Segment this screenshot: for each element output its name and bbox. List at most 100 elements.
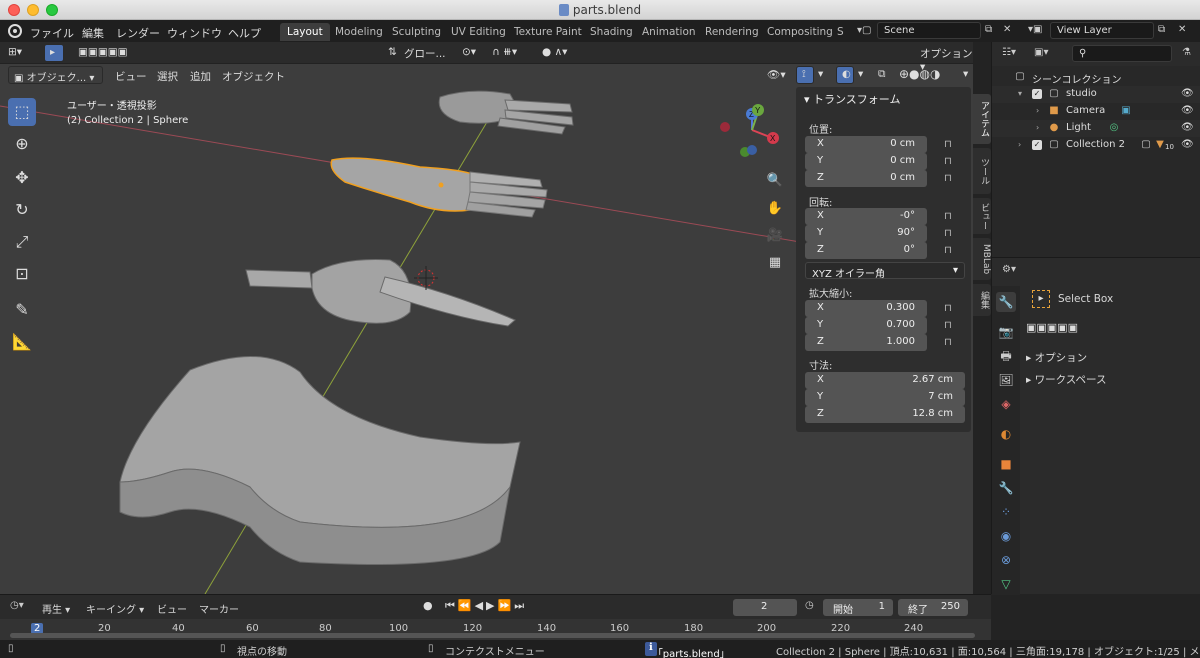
expand-arrow-icon[interactable]: ›	[1018, 140, 1028, 149]
outliner-row-collection-2[interactable]: › ✓ ▢ Collection 2 ▢ ▼ 10 👁	[992, 137, 1200, 154]
scene-properties-icon[interactable]: ◈	[996, 394, 1016, 414]
select-tool-icon[interactable]: ▸	[44, 44, 64, 62]
shading-dropdown-icon[interactable]: ▾	[963, 68, 968, 80]
menu-file[interactable]: ファイル	[30, 25, 74, 41]
lock-icon[interactable]: ⊓	[944, 173, 956, 185]
zoom-icon[interactable]: 🔍	[764, 170, 786, 192]
select-box-tool-icon[interactable]: ⬚	[8, 98, 36, 126]
move-tool-icon[interactable]: ✥	[8, 164, 36, 192]
data-properties-icon[interactable]: ▽	[996, 574, 1016, 594]
menu-add[interactable]: 追加	[190, 69, 211, 84]
camera-view-icon[interactable]: 🎥	[764, 225, 786, 247]
new-scene-icon[interactable]: ⧉	[985, 24, 992, 35]
editor-type-icon[interactable]: ◷▾	[10, 600, 24, 611]
lock-icon[interactable]: ⊓	[944, 228, 956, 240]
checkbox-icon[interactable]: ✓	[1032, 140, 1042, 150]
rotate-tool-icon[interactable]: ↻	[8, 196, 36, 224]
eye-icon[interactable]: 👁	[1181, 122, 1194, 133]
selection-mode-icons[interactable]: ▣▣▣▣▣	[1026, 321, 1078, 334]
expand-arrow-icon[interactable]: ›	[1036, 106, 1046, 115]
camera-data-icon[interactable]: ▣	[1120, 105, 1132, 117]
navigation-gizmo[interactable]: Z Y X	[720, 104, 779, 157]
overlay-toggle-icon[interactable]: ◐	[836, 66, 854, 84]
playback-controls-icons[interactable]: ⏮⏪◀▶⏩⏭	[445, 599, 527, 613]
menu-window[interactable]: ウィンドウ	[167, 25, 222, 41]
constraint-properties-icon[interactable]: ⊗	[996, 550, 1016, 570]
location-y-field[interactable]: Y 0 cm	[805, 153, 927, 170]
pan-hand-icon[interactable]: ✋	[764, 198, 786, 220]
display-mode-icon[interactable]: ▣▾	[1034, 47, 1048, 58]
world-properties-icon[interactable]: ◐	[996, 424, 1016, 444]
scale-y-field[interactable]: Y 0.700	[805, 317, 927, 334]
lock-icon[interactable]: ⊓	[944, 211, 956, 223]
tool-properties-icon[interactable]: 🔧	[996, 292, 1016, 312]
transform-orientation-icon[interactable]: ⇅	[388, 46, 397, 58]
transform-panel-header[interactable]: ▾ トランスフォーム	[796, 87, 971, 109]
marker-menu[interactable]: マーカー	[199, 601, 239, 616]
render-properties-icon[interactable]: 📷	[996, 322, 1016, 342]
outliner-root-row[interactable]: ▢ シーンコレクション	[992, 69, 1200, 86]
rotation-z-field[interactable]: Z 0°	[805, 242, 927, 259]
scene-icon[interactable]: ▾▢	[857, 25, 871, 36]
location-z-field[interactable]: Z 0 cm	[805, 170, 927, 187]
menu-select[interactable]: 選択	[157, 69, 178, 84]
notification-badge[interactable]: ℹ 「parts.blend」を...	[645, 642, 730, 658]
lock-icon[interactable]: ⊓	[944, 139, 956, 151]
record-icon[interactable]: ●	[423, 599, 439, 615]
mode-dropdown[interactable]: ▣ オブジェク... ▾	[8, 66, 103, 84]
scale-z-field[interactable]: Z 1.000	[805, 334, 927, 351]
section-workspace[interactable]: ▸ ワークスペース	[1026, 372, 1107, 387]
view-layer-properties-icon[interactable]: 🖼	[996, 370, 1016, 390]
rotation-x-field[interactable]: X -0°	[805, 208, 927, 225]
outliner-row-camera[interactable]: › ■ Camera ▣ 👁	[992, 103, 1200, 120]
section-options[interactable]: ▸ オプション	[1026, 350, 1087, 365]
start-frame-field[interactable]: 開始 1	[823, 599, 893, 616]
tab-item[interactable]: アイテム	[973, 94, 991, 144]
tab-animation[interactable]: Animation	[635, 23, 703, 41]
editor-type-icon[interactable]: ⚙▾	[1002, 264, 1016, 275]
clock-icon[interactable]: ◷	[805, 600, 814, 611]
tab-scripting[interactable]: S	[830, 23, 851, 41]
view-layer-field[interactable]: View Layer	[1050, 22, 1154, 39]
editor-type-icon[interactable]: ⊞▾	[8, 46, 22, 58]
lock-icon[interactable]: ⊓	[944, 320, 956, 332]
cursor-tool-icon[interactable]: ⊕	[8, 130, 36, 158]
tab-edit[interactable]: 編集	[973, 284, 991, 316]
eye-icon[interactable]: 👁	[1181, 88, 1194, 99]
tab-texture-paint[interactable]: Texture Paint	[507, 23, 589, 41]
editor-type-icon[interactable]: ☷▾	[1002, 47, 1016, 58]
tab-tool[interactable]: ツール	[973, 148, 991, 194]
expand-arrow-icon[interactable]: ›	[1036, 123, 1046, 132]
keying-menu[interactable]: キーイング ▾	[86, 601, 144, 616]
rotation-y-field[interactable]: Y 90°	[805, 225, 927, 242]
tab-rendering[interactable]: Rendering	[698, 23, 766, 41]
tab-compositing[interactable]: Compositing	[760, 23, 840, 41]
object-properties-icon[interactable]: ■	[996, 454, 1016, 474]
tab-shading[interactable]: Shading	[583, 23, 640, 41]
tab-layout[interactable]: Layout	[280, 23, 330, 41]
outliner-row-light[interactable]: › ● Light ◎ 👁	[992, 120, 1200, 137]
xray-icon[interactable]: ⧉	[878, 68, 886, 81]
ortho-grid-icon[interactable]: ▦	[764, 252, 786, 274]
timeline-view-menu[interactable]: ビュー	[157, 601, 187, 616]
menu-view[interactable]: ビュー	[115, 69, 147, 84]
current-frame-field[interactable]: 2	[733, 599, 797, 616]
delete-scene-icon[interactable]: ✕	[1003, 24, 1011, 35]
outliner-row-studio[interactable]: ▾ ✓ ▢ studio 👁	[992, 86, 1200, 103]
location-x-field[interactable]: X 0 cm	[805, 136, 927, 153]
tab-modeling[interactable]: Modeling	[328, 23, 390, 41]
transform-tool-icon[interactable]: ⊡	[8, 260, 36, 288]
output-properties-icon[interactable]: 🖶	[996, 346, 1016, 366]
scale-x-field[interactable]: X 0.300	[805, 300, 927, 317]
tab-view[interactable]: ビュー	[973, 198, 991, 234]
lock-icon[interactable]: ⊓	[944, 337, 956, 349]
modifier-properties-icon[interactable]: 🔧	[996, 478, 1016, 498]
scale-tool-icon[interactable]: ⤢	[8, 228, 36, 256]
visibility-icon[interactable]: 👁▾	[767, 68, 786, 81]
shading-mode-icons[interactable]: ⊕●◍◑	[899, 67, 940, 81]
proportional-edit-icon[interactable]: ● ∧▾	[542, 46, 567, 58]
lock-icon[interactable]: ⊓	[944, 245, 956, 257]
snap-icon[interactable]: ∩ ⧻▾	[492, 46, 517, 58]
annotate-tool-icon[interactable]: ✎	[8, 296, 36, 324]
blender-logo-icon[interactable]	[8, 24, 22, 38]
